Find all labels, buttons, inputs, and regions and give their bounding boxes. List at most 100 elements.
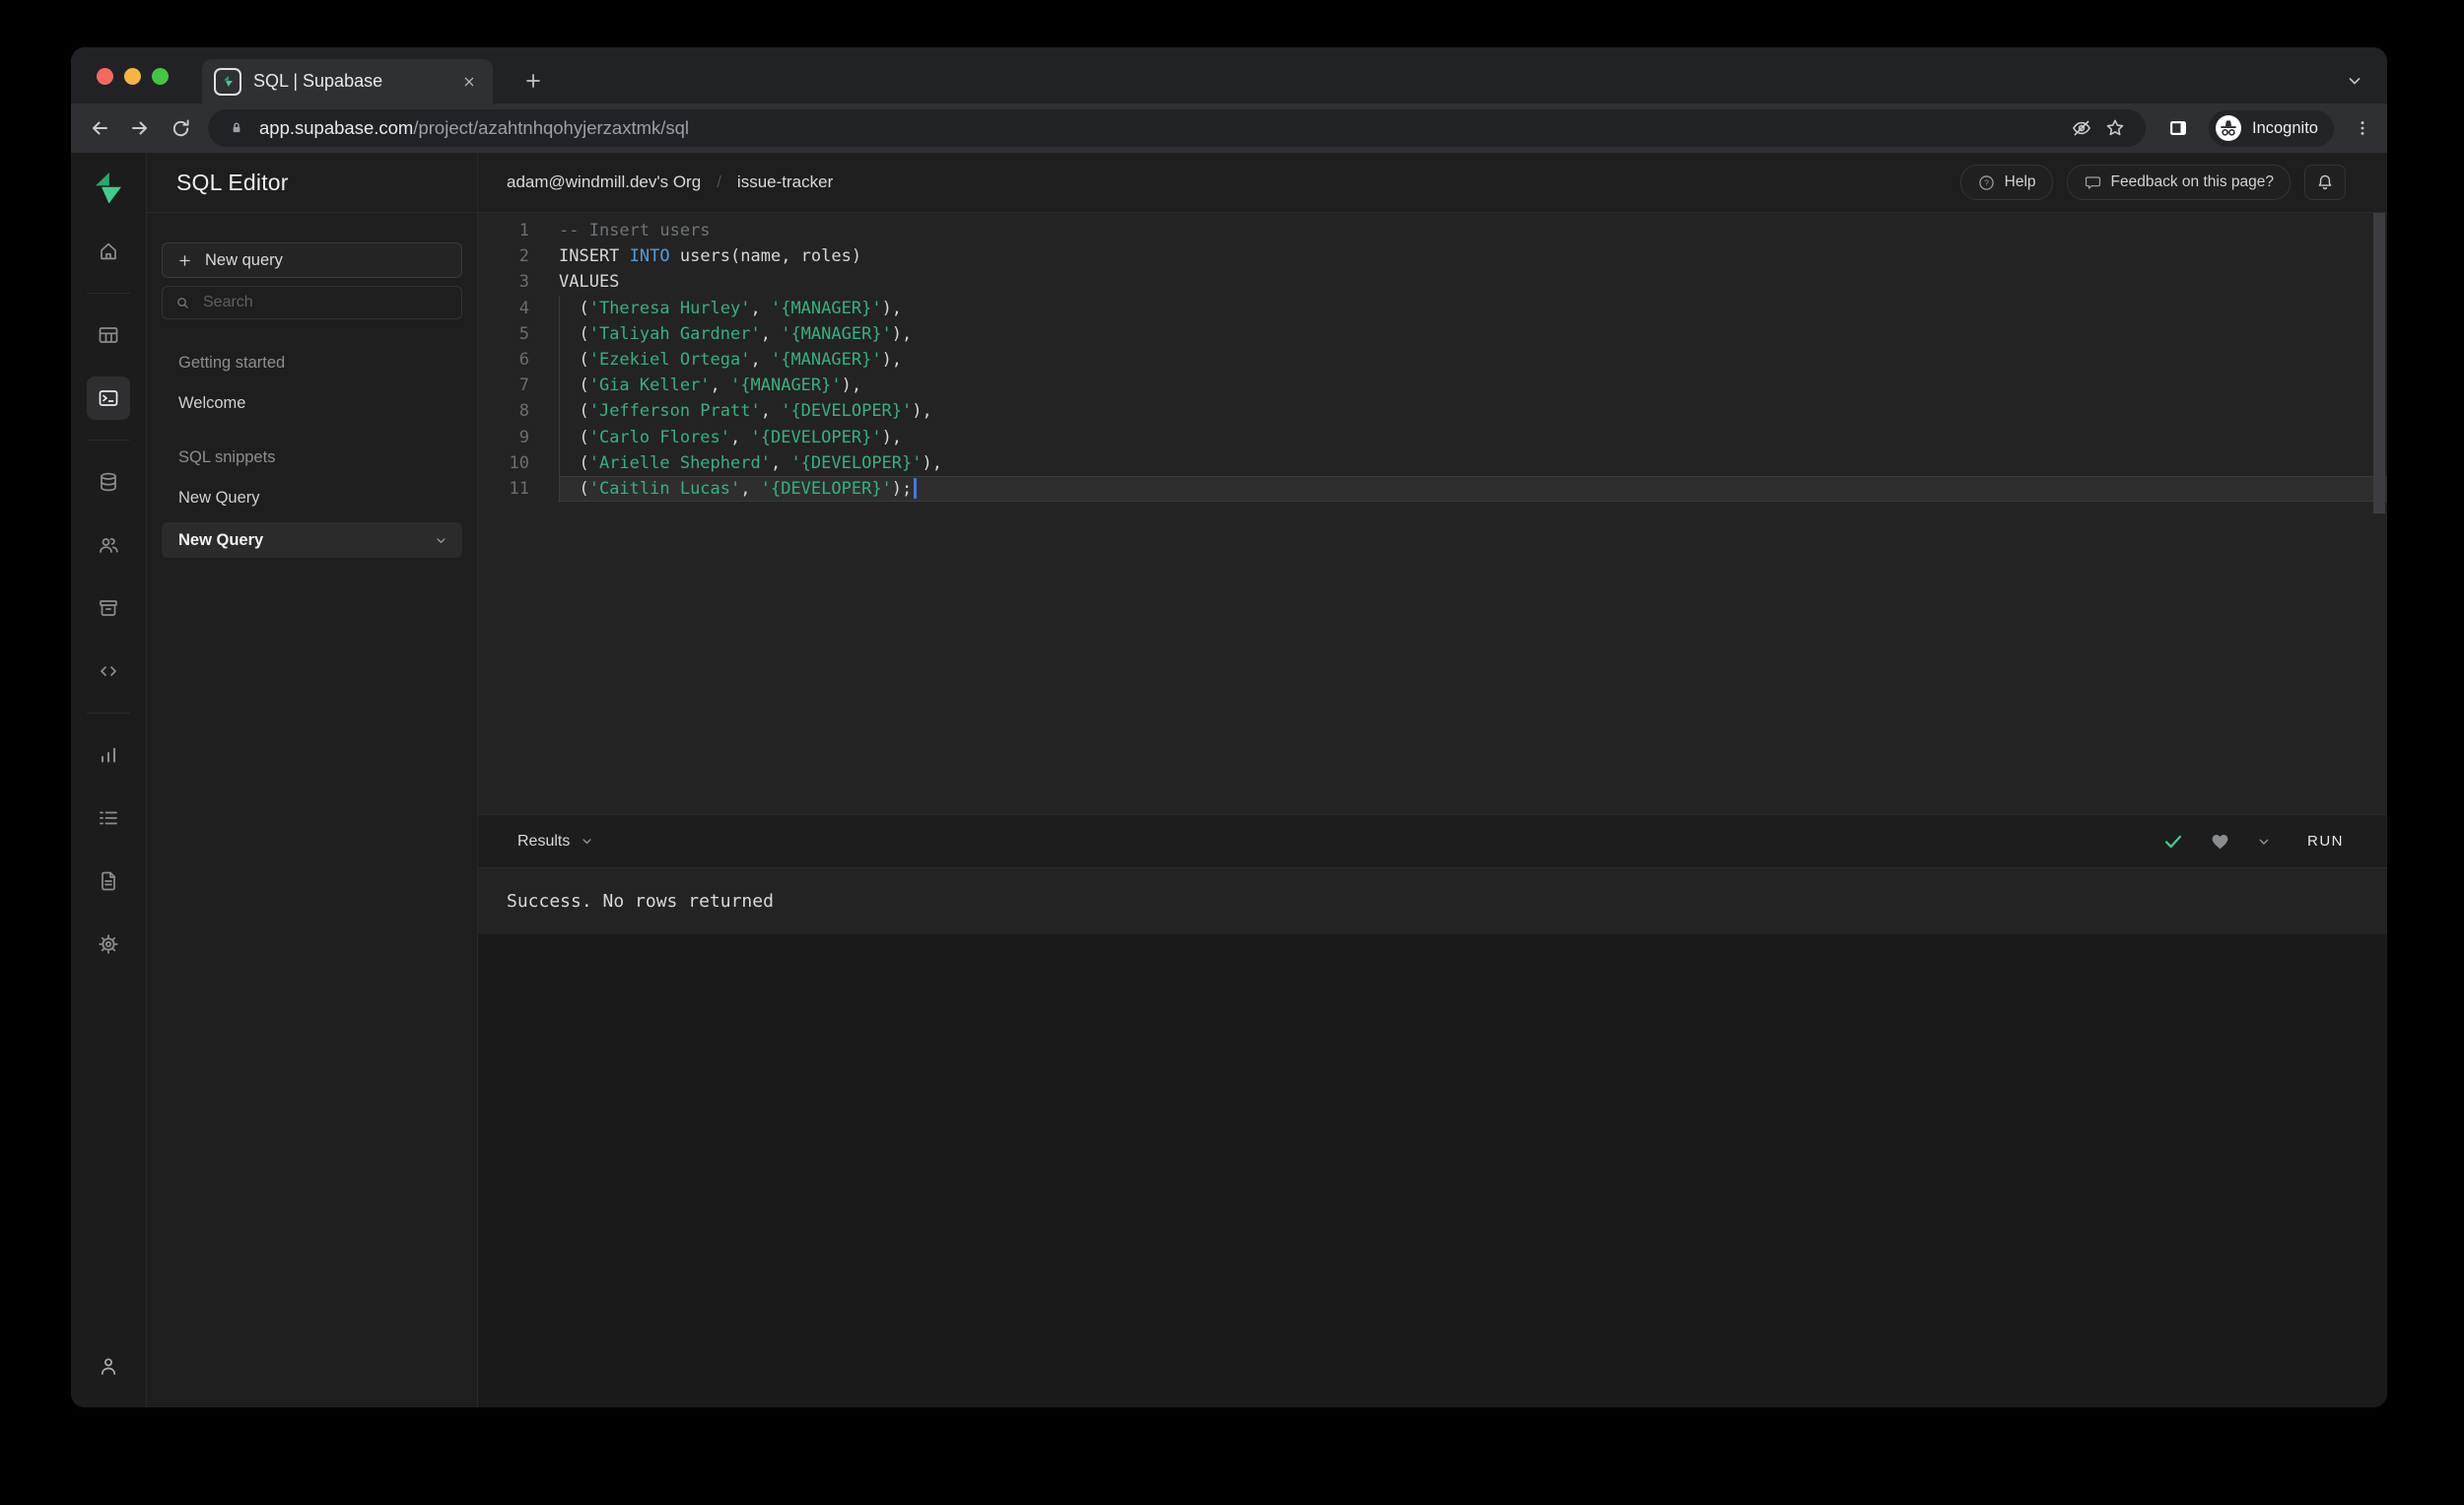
success-check-icon bbox=[2162, 831, 2184, 853]
code-text: ('Carlo Flores', '{DEVELOPER}'), bbox=[559, 427, 903, 447]
code-text: ('Arielle Shepherd', '{DEVELOPER}'), bbox=[559, 452, 942, 473]
breadcrumb: adam@windmill.dev's Org / issue-tracker bbox=[507, 172, 1960, 192]
storage-icon[interactable] bbox=[87, 586, 130, 630]
reload-icon[interactable] bbox=[164, 111, 197, 145]
code-line[interactable]: 5 ('Taliyah Gardner', '{MANAGER}'), bbox=[478, 321, 2387, 347]
tab-close-icon[interactable] bbox=[457, 70, 481, 94]
incognito-badge[interactable]: Incognito bbox=[2209, 109, 2334, 147]
code-line[interactable]: 11 ('Caitlin Lucas', '{DEVELOPER}'); bbox=[478, 475, 2387, 503]
breadcrumb-org[interactable]: adam@windmill.dev's Org bbox=[507, 172, 701, 192]
favorite-heart-icon[interactable] bbox=[2210, 831, 2230, 852]
code-line[interactable]: 9 ('Carlo Flores', '{DEVELOPER}'), bbox=[478, 425, 2387, 450]
line-number: 2 bbox=[518, 246, 529, 267]
chevron-down-icon bbox=[434, 533, 448, 548]
code-line[interactable]: 2 INSERT INTO users(name, roles) bbox=[478, 243, 2387, 269]
browser-tab[interactable]: SQL | Supabase bbox=[202, 59, 493, 103]
lock-icon bbox=[228, 119, 245, 137]
help-label: Help bbox=[2004, 173, 2036, 190]
sql-editor-panel: SQL Editor New query Search Getting star… bbox=[147, 153, 478, 1407]
database-icon[interactable] bbox=[87, 460, 130, 504]
section-label: Getting started bbox=[178, 354, 286, 372]
code-line[interactable]: 10 ('Arielle Shepherd', '{DEVELOPER}'), bbox=[478, 450, 2387, 476]
line-number: 10 bbox=[509, 452, 529, 473]
auth-users-icon[interactable] bbox=[87, 523, 130, 567]
code-text: ('Taliyah Gardner', '{MANAGER}'), bbox=[559, 323, 913, 344]
settings-icon[interactable] bbox=[87, 923, 130, 966]
forward-icon[interactable] bbox=[123, 111, 157, 145]
reports-icon[interactable] bbox=[87, 733, 130, 777]
run-button[interactable]: RUN bbox=[2297, 827, 2354, 855]
sidebar-section: Getting started Welcome bbox=[162, 353, 462, 414]
sidebar-item[interactable]: Welcome bbox=[162, 392, 462, 414]
eye-off-icon[interactable] bbox=[2065, 111, 2098, 145]
sidebar-section: SQL snippets New Query New Query bbox=[162, 447, 462, 558]
run-options-chevron-icon[interactable] bbox=[2256, 834, 2272, 850]
sql-editor-icon[interactable] bbox=[87, 376, 130, 420]
sidebar-item-label: New Query bbox=[178, 531, 264, 549]
code-line[interactable]: 8 ('Jefferson Pratt', '{DEVELOPER}'), bbox=[478, 398, 2387, 424]
code-text: -- Insert users bbox=[559, 221, 711, 240]
empty-area bbox=[478, 934, 2387, 1407]
home-icon[interactable] bbox=[87, 230, 130, 273]
new-query-button-label: New query bbox=[205, 250, 283, 269]
snippet-search[interactable] bbox=[162, 286, 462, 319]
supabase-logo-icon[interactable] bbox=[87, 167, 130, 210]
screen: SQL | Supabase app.supabase.com/project/… bbox=[0, 0, 2464, 1505]
url-text: app.supabase.com/project/azahtnhqohyjerz… bbox=[259, 117, 2065, 139]
bookmark-star-icon[interactable] bbox=[2098, 111, 2132, 145]
new-query-button[interactable]: New query bbox=[162, 242, 462, 278]
docs-icon[interactable] bbox=[87, 859, 130, 903]
notifications-bell-icon[interactable] bbox=[2304, 165, 2346, 200]
line-number: 9 bbox=[518, 427, 529, 447]
editor-scrollbar[interactable] bbox=[2373, 213, 2385, 513]
code-line[interactable]: 1 -- Insert users bbox=[478, 218, 2387, 243]
new-tab-icon[interactable] bbox=[516, 64, 550, 98]
panel-title: SQL Editor bbox=[176, 169, 289, 195]
line-number: 8 bbox=[518, 401, 529, 422]
sql-code-editor[interactable]: 1 -- Insert users 2 INSERT INTO users(name,… bbox=[478, 213, 2387, 814]
line-number: 5 bbox=[518, 323, 529, 344]
sidebar-item-label: New Query bbox=[178, 489, 260, 507]
feedback-button[interactable]: Feedback on this page? bbox=[2066, 165, 2291, 200]
window-zoom-button[interactable] bbox=[152, 68, 169, 85]
indent-guide bbox=[559, 296, 560, 503]
rail-divider bbox=[87, 293, 130, 294]
sidebar-item-label: Welcome bbox=[178, 394, 246, 412]
code-line[interactable]: 4 ('Theresa Hurley', '{MANAGER}'), bbox=[478, 296, 2387, 321]
code-line[interactable]: 6 ('Ezekiel Ortega', '{MANAGER}'), bbox=[478, 347, 2387, 373]
incognito-label: Incognito bbox=[2252, 118, 2318, 137]
window-controls bbox=[97, 68, 169, 85]
window-minimize-button[interactable] bbox=[124, 68, 141, 85]
search-icon bbox=[174, 295, 191, 311]
incognito-icon bbox=[2215, 114, 2242, 142]
window-close-button[interactable] bbox=[97, 68, 113, 85]
help-button[interactable]: ? Help bbox=[1959, 165, 2053, 200]
line-number: 11 bbox=[509, 478, 529, 499]
status-message: Success. No rows returned bbox=[507, 891, 774, 912]
logs-icon[interactable] bbox=[87, 796, 130, 840]
sidebar-item[interactable]: New Query bbox=[162, 487, 462, 509]
tab-strip: SQL | Supabase bbox=[71, 47, 2387, 103]
back-icon[interactable] bbox=[83, 111, 116, 145]
tab-strip-chevron-icon[interactable] bbox=[2340, 66, 2369, 96]
panel-header: SQL Editor bbox=[147, 153, 477, 213]
plus-icon bbox=[176, 252, 193, 269]
side-panel-icon[interactable] bbox=[2161, 111, 2195, 145]
code-line[interactable]: 7 ('Gia Keller', '{MANAGER}'), bbox=[478, 373, 2387, 398]
main-content: adam@windmill.dev's Org / issue-tracker … bbox=[478, 153, 2387, 1407]
rail-divider bbox=[87, 440, 130, 441]
search-input[interactable] bbox=[201, 293, 449, 312]
results-bar: Results RUN bbox=[478, 814, 2387, 868]
breadcrumb-project[interactable]: issue-tracker bbox=[737, 172, 833, 192]
url-bar[interactable]: app.supabase.com/project/azahtnhqohyjerz… bbox=[208, 109, 2146, 147]
line-number: 6 bbox=[518, 349, 529, 370]
sidebar-item-selected[interactable]: New Query bbox=[162, 522, 462, 558]
results-dropdown[interactable]: Results bbox=[517, 833, 2162, 851]
kebab-menu-icon[interactable] bbox=[2346, 111, 2379, 145]
code-text: ('Gia Keller', '{MANAGER}'), bbox=[559, 376, 862, 396]
edge-functions-icon[interactable] bbox=[87, 650, 130, 693]
code-line[interactable]: 3 VALUES bbox=[478, 269, 2387, 295]
account-icon[interactable] bbox=[87, 1344, 130, 1388]
breadcrumb-separator: / bbox=[717, 172, 721, 191]
table-editor-icon[interactable] bbox=[87, 313, 130, 357]
